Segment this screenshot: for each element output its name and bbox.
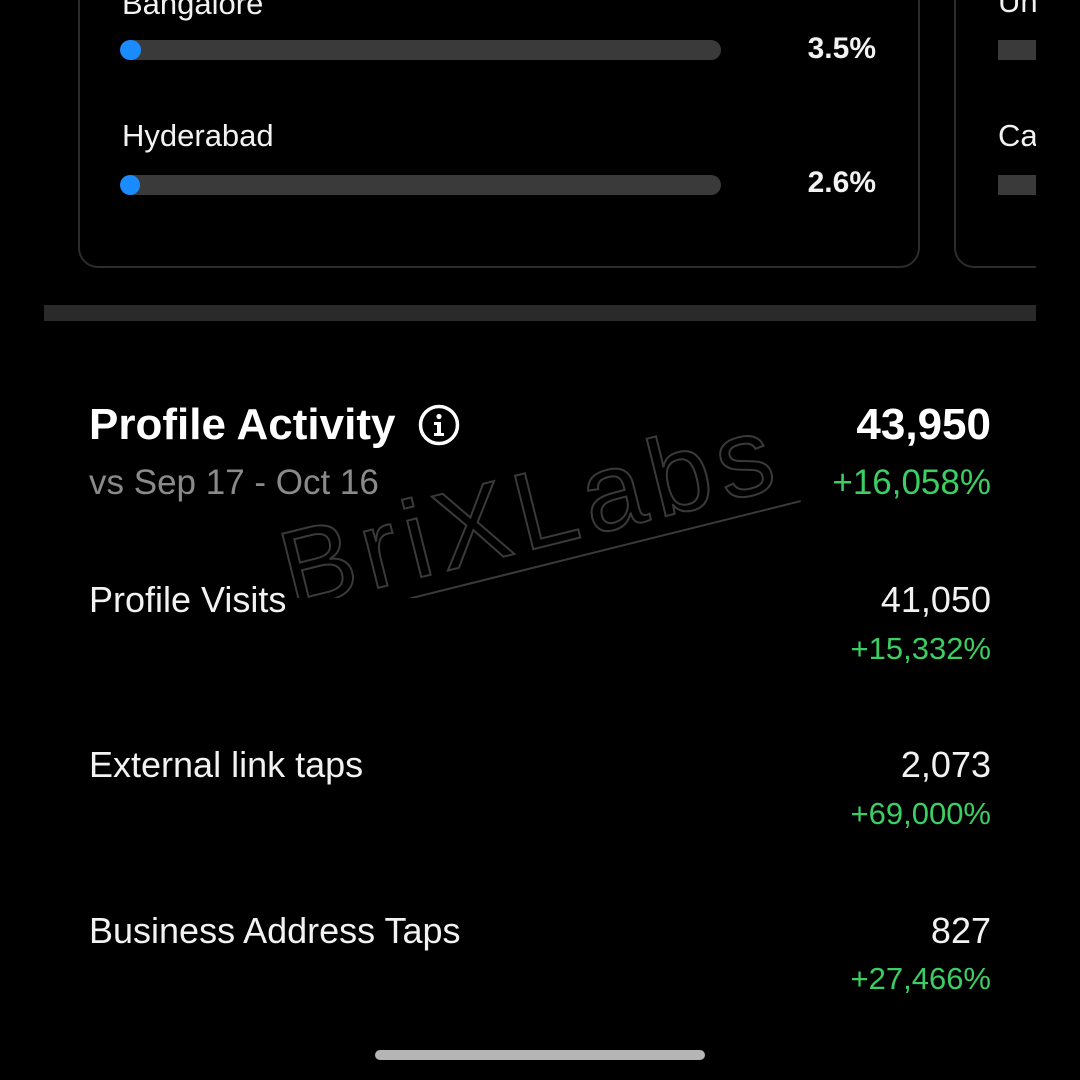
metric-value-external-link-taps: 2,073 <box>900 744 991 785</box>
city-bar-fill-bangalore <box>120 40 141 60</box>
metric-label-external-link-taps[interactable]: External link taps <box>89 744 363 786</box>
side-card-city-name: Un <box>998 0 1036 19</box>
city-bar-fill-hyderabad <box>120 175 140 195</box>
city-bar-hyderabad <box>120 175 721 195</box>
metric-value-profile-visits: 41,050 <box>880 579 991 620</box>
metric-change-external-link-taps: +69,000% <box>850 796 991 831</box>
profile-activity-comparison: vs Sep 17 - Oct 16 <box>89 463 379 502</box>
section-divider <box>44 305 1036 321</box>
profile-activity-total: 43,950 <box>856 400 991 449</box>
profile-activity-title: Profile Activity <box>89 400 396 449</box>
side-card-bar <box>998 40 1036 60</box>
home-indicator[interactable] <box>375 1050 705 1060</box>
metric-value-business-address-taps: 827 <box>930 910 991 951</box>
city-percent-hyderabad: 2.6% <box>807 166 876 199</box>
metric-label-profile-visits[interactable]: Profile Visits <box>89 579 286 621</box>
city-name-hyderabad: Hyderabad <box>122 118 274 153</box>
metric-label-business-address-taps[interactable]: Business Address Taps <box>89 910 461 952</box>
metric-change-business-address-taps: +27,466% <box>850 961 991 996</box>
info-circle-icon[interactable] <box>417 403 461 447</box>
city-name-bangalore: Bangalore <box>122 0 264 21</box>
side-card-clip: Un Ca <box>954 0 1036 290</box>
city-percent-bangalore: 3.5% <box>807 32 876 65</box>
side-card-city-name: Ca <box>998 118 1036 153</box>
profile-activity-change: +16,058% <box>832 463 991 502</box>
metric-change-profile-visits: +15,332% <box>850 631 991 666</box>
city-bar-bangalore <box>120 40 721 60</box>
side-card-bar <box>998 175 1036 195</box>
